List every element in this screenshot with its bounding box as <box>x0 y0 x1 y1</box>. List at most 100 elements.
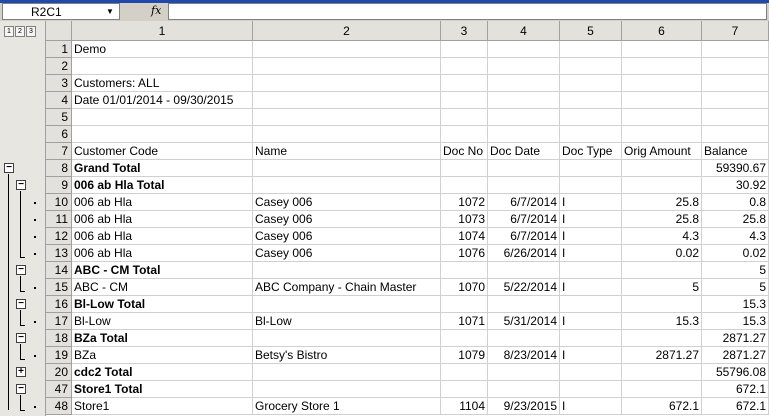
cell[interactable]: 672.1 <box>622 398 702 415</box>
cell[interactable]: Grand Total <box>72 160 253 177</box>
cell[interactable] <box>488 92 560 109</box>
cell[interactable] <box>253 75 441 92</box>
row-header[interactable]: 10 <box>46 194 72 211</box>
row-header[interactable]: 14 <box>46 262 72 279</box>
column-header[interactable]: 1 <box>72 21 253 41</box>
collapse-group-button[interactable]: − <box>4 163 14 173</box>
cell[interactable] <box>441 330 488 347</box>
cell[interactable] <box>441 109 488 126</box>
row-header[interactable]: 5 <box>46 109 72 126</box>
cell[interactable]: Doc Type <box>560 143 622 160</box>
cell[interactable] <box>488 296 560 313</box>
cell[interactable] <box>441 177 488 194</box>
cell[interactable]: 25.8 <box>622 194 702 211</box>
cell[interactable] <box>560 41 622 58</box>
cell[interactable]: 1079 <box>441 347 488 364</box>
cell[interactable] <box>702 109 769 126</box>
cell[interactable] <box>441 160 488 177</box>
cell[interactable] <box>622 41 702 58</box>
cell[interactable]: 15.3 <box>702 313 769 330</box>
cell[interactable] <box>560 126 622 143</box>
cell[interactable]: ABC - CM <box>72 279 253 296</box>
cell[interactable] <box>622 75 702 92</box>
cell[interactable] <box>560 177 622 194</box>
row-header[interactable]: 4 <box>46 92 72 109</box>
cell[interactable]: 5/31/2014 <box>488 313 560 330</box>
cell[interactable]: Casey 006 <box>253 245 441 262</box>
column-header[interactable]: 7 <box>702 21 769 41</box>
cell[interactable]: Store1 <box>72 398 253 415</box>
row-header[interactable]: 11 <box>46 211 72 228</box>
row-header[interactable]: 8 <box>46 160 72 177</box>
cell[interactable]: Doc No <box>441 143 488 160</box>
cell[interactable]: Date 01/01/2014 - 09/30/2015 <box>72 92 253 109</box>
cell[interactable] <box>622 92 702 109</box>
cell[interactable] <box>488 58 560 75</box>
cell[interactable] <box>488 126 560 143</box>
collapse-group-button[interactable]: − <box>16 180 26 190</box>
row-header[interactable]: 19 <box>46 347 72 364</box>
cell[interactable]: I <box>560 228 622 245</box>
cell[interactable] <box>560 364 622 381</box>
cell[interactable] <box>441 41 488 58</box>
cell[interactable] <box>253 92 441 109</box>
outline-level-2-button[interactable]: 2 <box>15 26 25 37</box>
cell[interactable]: 9/23/2015 <box>488 398 560 415</box>
cell[interactable] <box>622 58 702 75</box>
cell[interactable] <box>488 177 560 194</box>
cell[interactable] <box>253 160 441 177</box>
cell[interactable] <box>72 126 253 143</box>
cell[interactable] <box>441 262 488 279</box>
cell[interactable] <box>253 381 441 398</box>
cell[interactable] <box>488 75 560 92</box>
cell[interactable]: 30.92 <box>702 177 769 194</box>
cell[interactable]: 55796.08 <box>702 364 769 381</box>
cell[interactable]: 2871.27 <box>702 347 769 364</box>
formula-input[interactable] <box>168 3 767 20</box>
collapse-group-button[interactable]: − <box>16 299 26 309</box>
cell[interactable] <box>622 160 702 177</box>
row-header[interactable]: 16 <box>46 296 72 313</box>
collapse-group-button[interactable]: − <box>16 384 26 394</box>
cell[interactable] <box>253 126 441 143</box>
cell[interactable]: Bl-Low Total <box>72 296 253 313</box>
cell[interactable]: 1070 <box>441 279 488 296</box>
cell[interactable]: I <box>560 279 622 296</box>
cell[interactable]: 4.3 <box>702 228 769 245</box>
cell[interactable] <box>622 262 702 279</box>
cell[interactable]: 25.8 <box>622 211 702 228</box>
collapse-group-button[interactable]: − <box>16 333 26 343</box>
cell[interactable]: 6/26/2014 <box>488 245 560 262</box>
cell[interactable] <box>488 330 560 347</box>
cell[interactable]: 8/23/2014 <box>488 347 560 364</box>
cell[interactable]: Casey 006 <box>253 194 441 211</box>
cell[interactable] <box>253 109 441 126</box>
row-header[interactable]: 6 <box>46 126 72 143</box>
cell[interactable]: Store1 Total <box>72 381 253 398</box>
cell[interactable]: 672.1 <box>702 381 769 398</box>
cell[interactable]: 5 <box>702 262 769 279</box>
cell[interactable] <box>441 296 488 313</box>
cell[interactable]: Doc Date <box>488 143 560 160</box>
cell[interactable] <box>560 262 622 279</box>
cell[interactable] <box>702 92 769 109</box>
cell[interactable] <box>622 296 702 313</box>
cell[interactable]: 15.3 <box>702 296 769 313</box>
collapse-group-button[interactable]: − <box>16 265 26 275</box>
column-header[interactable]: 6 <box>622 21 702 41</box>
cell[interactable]: ABC - CM Total <box>72 262 253 279</box>
column-header[interactable]: 4 <box>488 21 560 41</box>
row-header[interactable]: 15 <box>46 279 72 296</box>
row-header[interactable]: 12 <box>46 228 72 245</box>
cell[interactable] <box>253 262 441 279</box>
cell[interactable] <box>560 75 622 92</box>
cell[interactable]: I <box>560 194 622 211</box>
column-header[interactable]: 5 <box>560 21 622 41</box>
row-header[interactable]: 48 <box>46 398 72 415</box>
cell[interactable] <box>72 109 253 126</box>
row-header[interactable]: 3 <box>46 75 72 92</box>
cell[interactable]: 6/7/2014 <box>488 228 560 245</box>
chevron-down-icon[interactable]: ▼ <box>103 5 117 18</box>
cell[interactable]: Grocery Store 1 <box>253 398 441 415</box>
select-all-corner[interactable] <box>46 21 72 41</box>
